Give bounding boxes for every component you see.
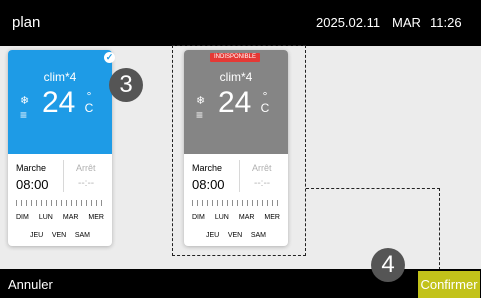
device-card-2[interactable]: clim*4 ❄ ≡ 24 ° C Marche Arrêt 08:00 --:… [184,50,288,246]
temperature-unit: ° C [84,90,94,114]
celsius-symbol: C [260,101,270,115]
device-name: clim*4 [43,70,77,84]
day-label: MAR [62,214,79,221]
day-label: MER [88,214,104,221]
day-label: DIM [192,214,205,221]
card-header: clim*4 ❄ ≡ 24 ° C [8,50,112,154]
temperature-value: 24 [42,86,76,119]
day-label: SAM [74,232,90,239]
on-time: 08:00 [192,177,225,192]
on-label: Marche [192,163,223,173]
device-name: clim*4 [219,70,253,84]
weekday-display: MAR [392,15,421,30]
off-time: --:-- [78,178,95,189]
card-header: clim*4 ❄ ≡ 24 ° C [184,50,288,154]
celsius-symbol: C [84,101,94,115]
day-label: MER [264,214,280,221]
schedule-timeline [192,200,280,206]
weekday-row-2: JEU VEN SAM [30,232,90,239]
bottom-bar [0,269,481,298]
selected-check-icon[interactable]: ✓ [104,52,115,63]
schedule-divider [63,160,64,192]
connector-line-vertical [439,188,440,270]
schedule-divider [239,160,240,192]
day-label: LUN [38,214,53,221]
connector-line-horizontal [306,188,440,189]
day-label: VEN [51,232,67,239]
page-title: plan [12,14,41,31]
fan-speed-icon: ≡ [20,108,28,122]
off-time: --:-- [254,178,271,189]
snowflake-icon: ❄ [196,95,206,107]
unavailable-badge: INDISPONIBLE [210,53,260,62]
day-label: VEN [227,232,243,239]
day-label: DIM [16,214,29,221]
temperature-unit: ° C [260,90,270,114]
top-bar: plan 2025.02.11 MAR 11:26 [0,0,481,46]
cancel-button[interactable]: Annuler [8,277,53,292]
day-label: LUN [214,214,229,221]
day-label: MAR [238,214,255,221]
day-label: JEU [206,232,220,239]
on-label: Marche [16,163,47,173]
fan-speed-icon: ≡ [196,108,204,122]
day-label: SAM [250,232,266,239]
weekday-row-1: DIM LUN MAR MER [192,214,280,221]
day-label: JEU [30,232,44,239]
on-time: 08:00 [16,177,49,192]
schedule-timeline [16,200,104,206]
weekday-row-1: DIM LUN MAR MER [16,214,104,221]
off-label: Arrêt [76,163,96,173]
time-display: 11:26 [430,15,462,30]
weekday-row-2: JEU VEN SAM [206,232,266,239]
snowflake-icon: ❄ [20,95,30,107]
device-card-1[interactable]: clim*4 ❄ ≡ 24 ° C Marche Arrêt 08:00 --:… [8,50,112,246]
date-display: 2025.02.11 [316,15,381,30]
confirm-button[interactable]: Confirmer [418,271,480,298]
temperature-value: 24 [218,86,252,119]
off-label: Arrêt [252,163,272,173]
callout-3: 3 [109,68,143,102]
callout-4: 4 [371,248,405,282]
